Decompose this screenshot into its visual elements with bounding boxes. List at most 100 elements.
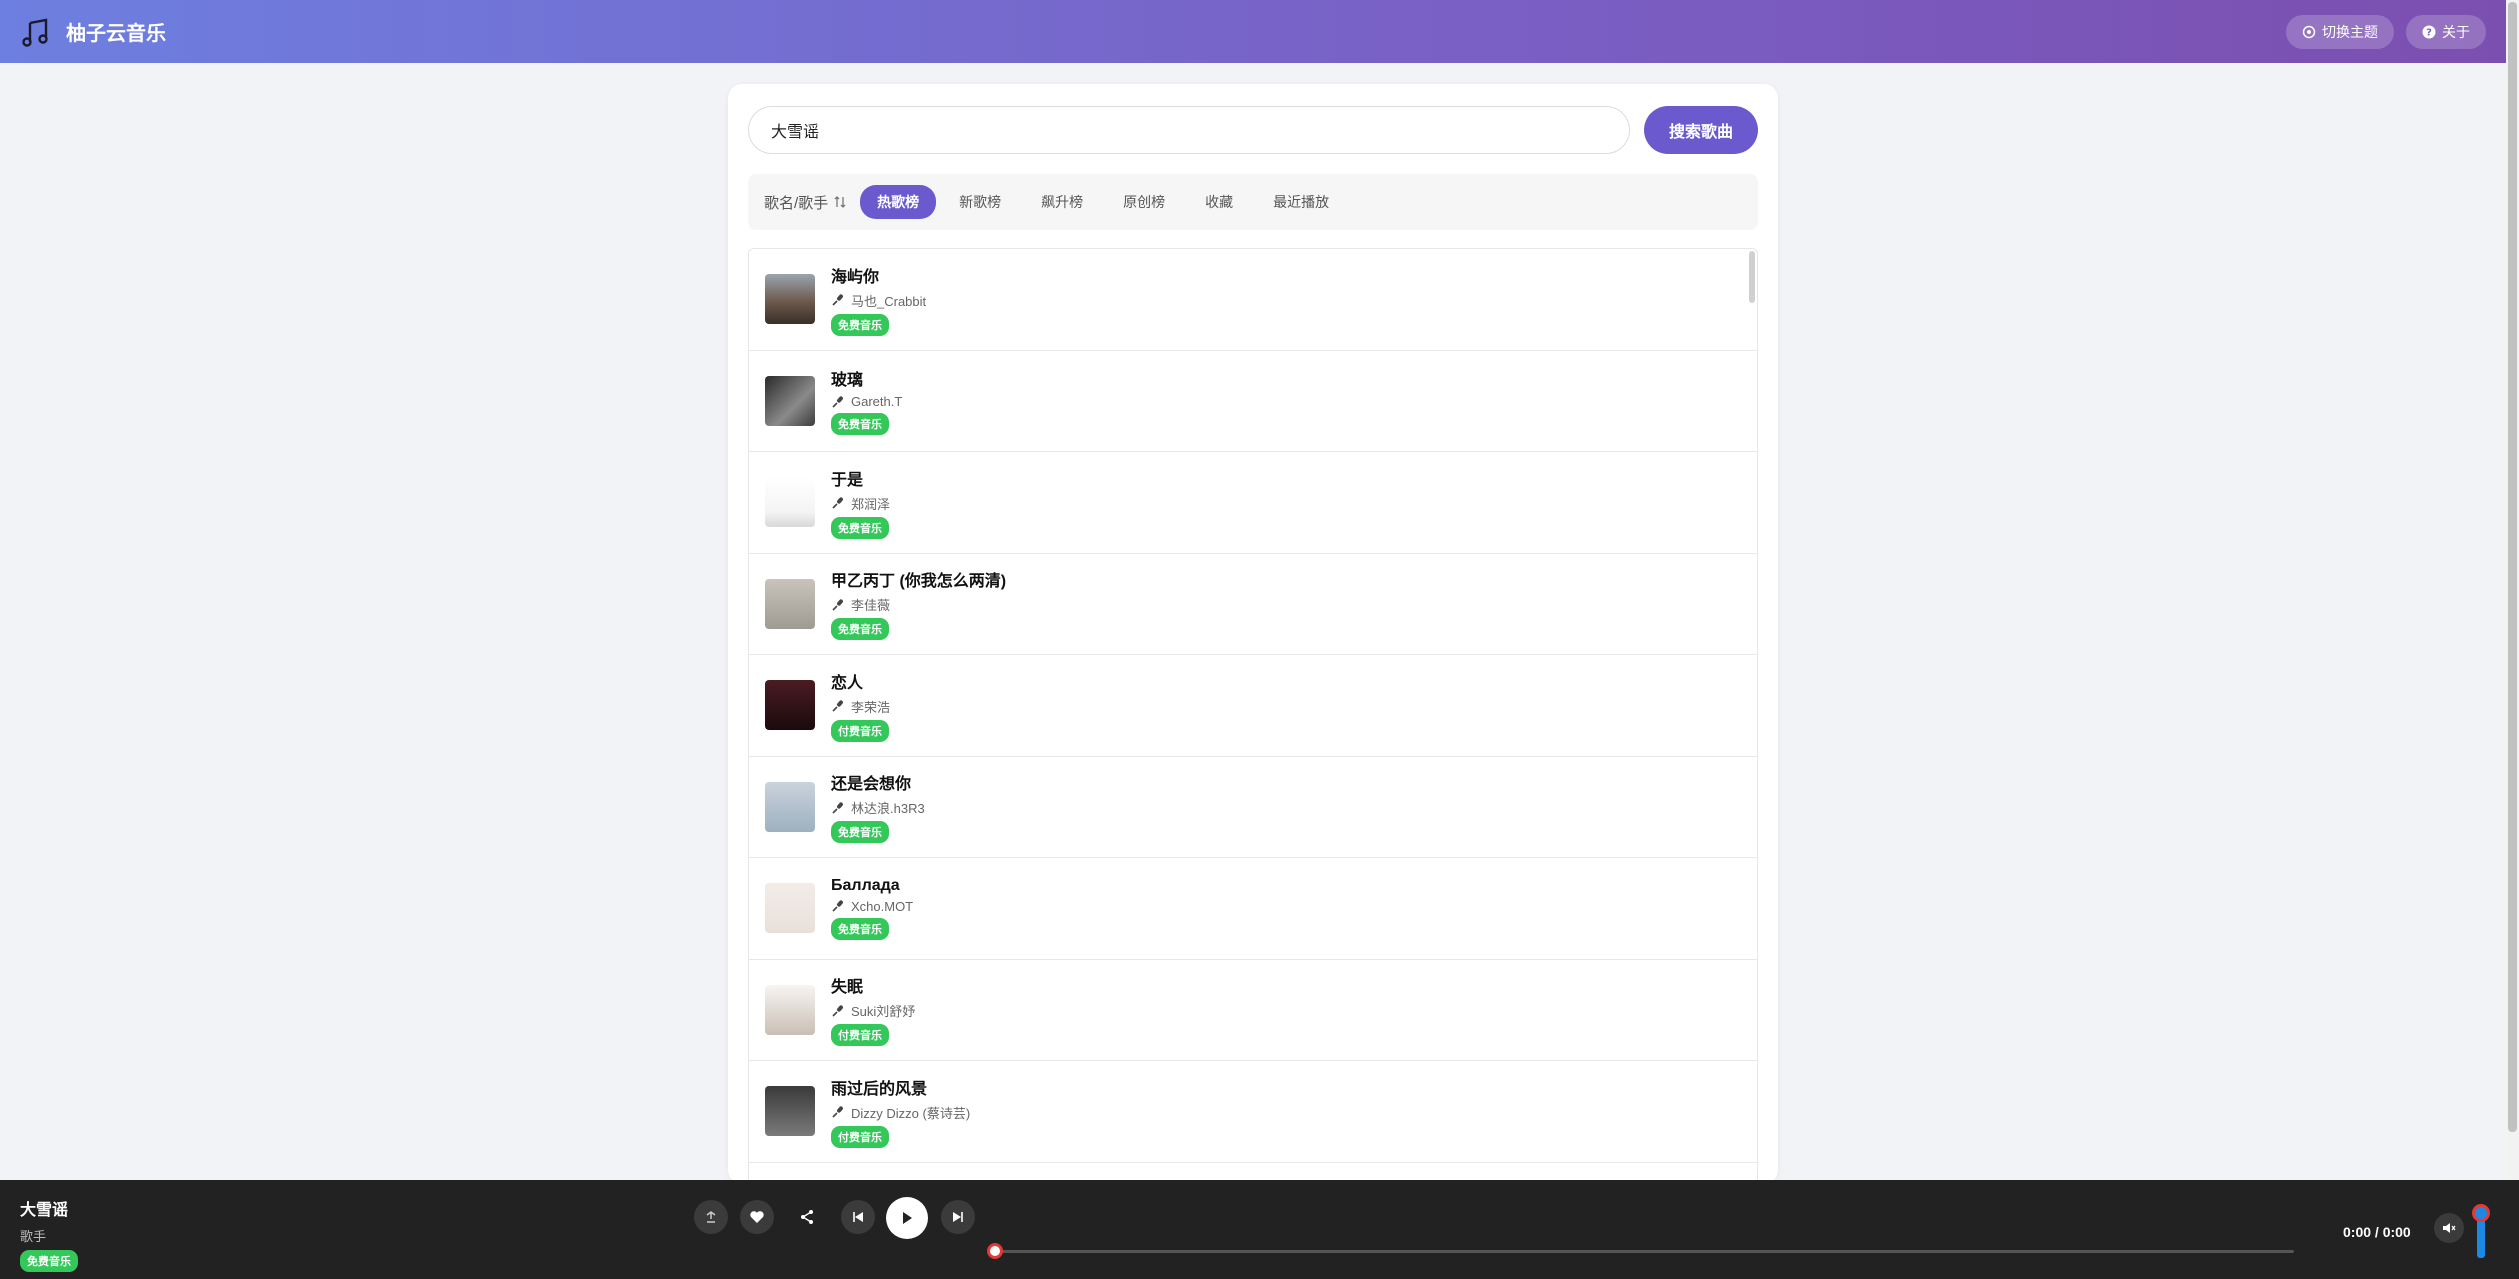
song-artist-name: Xcho.MOT — [851, 898, 914, 914]
question-icon: ? — [2422, 25, 2436, 38]
album-cover — [765, 477, 815, 528]
tab-4[interactable]: 收藏 — [1188, 185, 1250, 219]
palette-icon — [2302, 25, 2316, 38]
svg-text:?: ? — [2426, 27, 2432, 38]
song-artist: 李佳薇 — [831, 595, 1006, 614]
song-artist-name: Gareth.T — [851, 394, 903, 410]
song-artist-name: 马也_Crabbit — [851, 293, 927, 309]
album-cover — [765, 274, 815, 325]
sort-toggle[interactable]: 歌名/歌手 — [764, 192, 846, 213]
logo: 柚子云音乐 — [20, 16, 166, 48]
time-display: 0:00 / 0:00 — [2343, 1224, 2411, 1240]
progress-bar[interactable] — [987, 1243, 2294, 1259]
album-cover — [765, 375, 815, 426]
volume-button[interactable] — [2434, 1213, 2464, 1243]
song-row[interactable]: 于是郑润泽免费音乐 — [749, 452, 1757, 554]
price-badge: 付费音乐 — [831, 719, 889, 742]
sort-arrows-icon — [834, 196, 846, 208]
song-artist: 马也_Crabbit — [831, 291, 926, 310]
price-badge: 免费音乐 — [831, 821, 889, 844]
theme-toggle-button[interactable]: 切换主题 — [2286, 14, 2394, 49]
previous-button[interactable] — [841, 1200, 875, 1234]
microphone-icon — [832, 497, 843, 509]
price-badge: 免费音乐 — [831, 618, 889, 641]
song-title: Баллада — [831, 876, 900, 894]
share-button[interactable] — [790, 1200, 824, 1234]
price-badge: 付费音乐 — [831, 1125, 889, 1148]
song-row[interactable]: 甲乙丙丁 (你我怎么两清) 李佳薇免费音乐 — [749, 554, 1757, 655]
microphone-icon — [832, 1106, 843, 1118]
microphone-icon — [832, 700, 843, 712]
page-scrollbar[interactable] — [2506, 0, 2519, 1279]
album-cover — [765, 578, 815, 629]
sort-label: 歌名/歌手 — [764, 194, 829, 212]
song-artist: Suki刘舒妤 — [831, 1001, 915, 1020]
list-scrollbar-thumb[interactable] — [1749, 251, 1755, 303]
song-artist: 李荣浩 — [831, 697, 890, 716]
song-artist: Gareth.T — [831, 394, 902, 409]
song-row[interactable]: 海屿你 马也_Crabbit 免费音乐 — [749, 249, 1757, 351]
song-row[interactable]: 失眠 Suki刘舒妤 付费音乐 — [749, 960, 1757, 1061]
volume-slider[interactable] — [2472, 1204, 2490, 1258]
song-title: 雨过后的风景 — [831, 1080, 928, 1098]
repeat-icon — [706, 1211, 716, 1223]
song-title: 失眠 — [831, 979, 864, 997]
song-row[interactable]: 恋人 李荣浩 付费音乐 — [749, 655, 1757, 757]
volume-icon — [2443, 1223, 2456, 1233]
microphone-icon — [832, 294, 843, 306]
play-icon — [903, 1212, 912, 1224]
repeat-button[interactable] — [694, 1200, 728, 1234]
volume-knob[interactable] — [2472, 1204, 2490, 1222]
search-input[interactable] — [748, 106, 1630, 154]
app-title: 柚子云音乐 — [66, 23, 166, 45]
song-title: 还是会想你 — [831, 776, 912, 794]
song-title: 海屿你 — [831, 268, 880, 286]
song-row[interactable]: 玻璃 Gareth.T 免费音乐 — [749, 351, 1757, 452]
play-button[interactable] — [886, 1197, 928, 1239]
album-cover — [765, 680, 815, 731]
chart-tabs: 歌名/歌手 热歌榜 新歌榜 飙升榜 原创榜 收藏 最近播放 — [748, 174, 1758, 230]
now-playing-badge: 免费音乐 — [20, 1250, 78, 1272]
player-bar: 大雪谣 歌手 免费音乐 — [0, 1180, 2519, 1279]
microphone-icon — [832, 599, 843, 611]
tab-2[interactable]: 飙升榜 — [1024, 185, 1100, 219]
song-row[interactable]: 还是会想你林达浪.h3R3 免费音乐 — [749, 757, 1757, 858]
song-row[interactable]: Баллада Xcho.MOT 免费音乐 — [749, 858, 1757, 960]
progress-knob[interactable] — [987, 1243, 1003, 1259]
tab-0[interactable]: 热歌榜 — [860, 185, 937, 219]
song-title: 甲乙丙丁 (你我怎么两清) — [831, 573, 1007, 591]
album-cover — [765, 984, 815, 1035]
theme-toggle-label: 切换主题 — [2322, 23, 2378, 40]
song-row[interactable]: 雨过后的风景 Dizzy Dizzo (蔡诗芸) 付费音乐 — [749, 1061, 1757, 1163]
now-playing-title: 大雪谣 — [20, 1202, 69, 1219]
song-title: 于是 — [831, 471, 864, 489]
album-cover — [765, 883, 815, 934]
skip-next-icon — [953, 1212, 963, 1222]
price-badge: 免费音乐 — [831, 917, 889, 940]
about-button[interactable]: ? 关于 — [2406, 14, 2486, 49]
song-artist: 郑润泽 — [831, 494, 890, 513]
skip-previous-icon — [853, 1212, 863, 1222]
price-badge: 免费音乐 — [831, 516, 889, 539]
song-artist-name: 郑润泽 — [851, 496, 891, 512]
share-icon — [801, 1210, 813, 1224]
microphone-icon — [832, 396, 843, 408]
song-artist-name: 李荣浩 — [851, 699, 891, 715]
page-scrollbar-thumb[interactable] — [2508, 2, 2517, 1132]
song-artist-name: 林达浪.h3R3 — [851, 801, 925, 817]
search-bar: 搜索歌曲 — [748, 106, 1758, 156]
music-note-icon — [22, 18, 48, 47]
microphone-icon — [832, 802, 843, 814]
album-cover — [765, 781, 815, 832]
microphone-icon — [832, 900, 843, 912]
song-artist: Xcho.MOT — [831, 899, 913, 914]
tab-3[interactable]: 原创榜 — [1106, 185, 1182, 219]
favorite-button[interactable] — [740, 1200, 774, 1234]
tab-5[interactable]: 最近播放 — [1256, 185, 1346, 219]
search-button[interactable]: 搜索歌曲 — [1644, 106, 1758, 154]
tab-1[interactable]: 新歌榜 — [942, 185, 1018, 219]
song-artist: Dizzy Dizzo (蔡诗芸) — [831, 1103, 970, 1122]
next-button[interactable] — [941, 1200, 975, 1234]
song-title: 玻璃 — [831, 372, 864, 390]
now-playing-artist: 歌手 — [20, 1229, 47, 1244]
